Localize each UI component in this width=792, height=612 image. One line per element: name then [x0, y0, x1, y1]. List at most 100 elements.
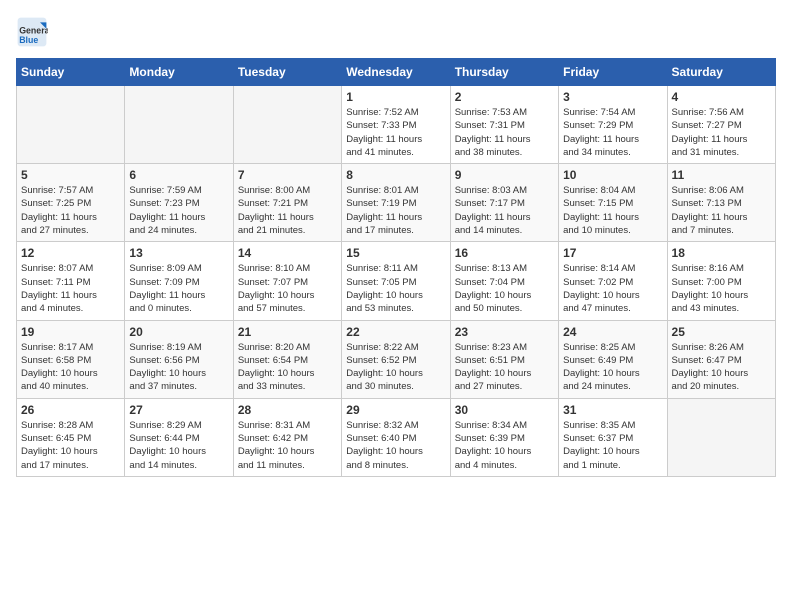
calendar-day-26: 26 Sunrise: 8:28 AM Sunset: 6:45 PM Dayli…: [17, 398, 125, 476]
logo-icon: General Blue: [16, 16, 48, 48]
calendar-day-2: 2 Sunrise: 7:53 AM Sunset: 7:31 PM Daylig…: [450, 86, 558, 164]
day-info: Sunrise: 8:16 AM Sunset: 7:00 PM Dayligh…: [672, 262, 771, 315]
day-number: 13: [129, 246, 228, 260]
day-info: Sunrise: 8:34 AM Sunset: 6:39 PM Dayligh…: [455, 419, 554, 472]
calendar-day-23: 23 Sunrise: 8:23 AM Sunset: 6:51 PM Dayli…: [450, 320, 558, 398]
day-info: Sunrise: 8:14 AM Sunset: 7:02 PM Dayligh…: [563, 262, 662, 315]
day-number: 23: [455, 325, 554, 339]
day-info: Sunrise: 7:56 AM Sunset: 7:27 PM Dayligh…: [672, 106, 771, 159]
day-number: 6: [129, 168, 228, 182]
day-number: 19: [21, 325, 120, 339]
day-info: Sunrise: 8:00 AM Sunset: 7:21 PM Dayligh…: [238, 184, 337, 237]
day-info: Sunrise: 8:17 AM Sunset: 6:58 PM Dayligh…: [21, 341, 120, 394]
calendar-day-5: 5 Sunrise: 7:57 AM Sunset: 7:25 PM Daylig…: [17, 164, 125, 242]
day-info: Sunrise: 8:32 AM Sunset: 6:40 PM Dayligh…: [346, 419, 445, 472]
calendar-day-31: 31Sunrise: 8:35 AM Sunset: 6:37 PM Dayli…: [559, 398, 667, 476]
day-number: 8: [346, 168, 445, 182]
day-number: 30: [455, 403, 554, 417]
day-number: 22: [346, 325, 445, 339]
calendar-day-13: 13 Sunrise: 8:09 AM Sunset: 7:09 PM Dayli…: [125, 242, 233, 320]
calendar-week-3: 19 Sunrise: 8:17 AM Sunset: 6:58 PM Dayli…: [17, 320, 776, 398]
day-number: 12: [21, 246, 120, 260]
day-info: Sunrise: 8:06 AM Sunset: 7:13 PM Dayligh…: [672, 184, 771, 237]
day-info: Sunrise: 8:11 AM Sunset: 7:05 PM Dayligh…: [346, 262, 445, 315]
header-friday: Friday: [559, 59, 667, 86]
calendar-empty: [17, 86, 125, 164]
calendar-day-10: 10 Sunrise: 8:04 AM Sunset: 7:15 PM Dayli…: [559, 164, 667, 242]
day-info: Sunrise: 7:53 AM Sunset: 7:31 PM Dayligh…: [455, 106, 554, 159]
day-number: 2: [455, 90, 554, 104]
day-info: Sunrise: 8:23 AM Sunset: 6:51 PM Dayligh…: [455, 341, 554, 394]
calendar-day-8: 8 Sunrise: 8:01 AM Sunset: 7:19 PM Daylig…: [342, 164, 450, 242]
day-number: 27: [129, 403, 228, 417]
day-info: Sunrise: 8:28 AM Sunset: 6:45 PM Dayligh…: [21, 419, 120, 472]
calendar-empty: [667, 398, 775, 476]
calendar-day-19: 19 Sunrise: 8:17 AM Sunset: 6:58 PM Dayli…: [17, 320, 125, 398]
calendar-week-2: 12 Sunrise: 8:07 AM Sunset: 7:11 PM Dayli…: [17, 242, 776, 320]
day-info: Sunrise: 8:03 AM Sunset: 7:17 PM Dayligh…: [455, 184, 554, 237]
day-info: Sunrise: 7:57 AM Sunset: 7:25 PM Dayligh…: [21, 184, 120, 237]
calendar-day-15: 15 Sunrise: 8:11 AM Sunset: 7:05 PM Dayli…: [342, 242, 450, 320]
header-sunday: Sunday: [17, 59, 125, 86]
day-info: Sunrise: 8:22 AM Sunset: 6:52 PM Dayligh…: [346, 341, 445, 394]
calendar-day-12: 12 Sunrise: 8:07 AM Sunset: 7:11 PM Dayli…: [17, 242, 125, 320]
day-info: Sunrise: 8:26 AM Sunset: 6:47 PM Dayligh…: [672, 341, 771, 394]
day-number: 1: [346, 90, 445, 104]
day-number: 28: [238, 403, 337, 417]
calendar-day-24: 24 Sunrise: 8:25 AM Sunset: 6:49 PM Dayli…: [559, 320, 667, 398]
day-number: 21: [238, 325, 337, 339]
calendar-day-7: 7 Sunrise: 8:00 AM Sunset: 7:21 PM Daylig…: [233, 164, 341, 242]
day-number: 5: [21, 168, 120, 182]
day-info: Sunrise: 8:29 AM Sunset: 6:44 PM Dayligh…: [129, 419, 228, 472]
day-number: 31: [563, 403, 662, 417]
calendar-empty: [233, 86, 341, 164]
day-info: Sunrise: 8:07 AM Sunset: 7:11 PM Dayligh…: [21, 262, 120, 315]
calendar-day-1: 1 Sunrise: 7:52 AM Sunset: 7:33 PM Daylig…: [342, 86, 450, 164]
calendar-day-20: 20 Sunrise: 8:19 AM Sunset: 6:56 PM Dayli…: [125, 320, 233, 398]
day-number: 25: [672, 325, 771, 339]
day-number: 14: [238, 246, 337, 260]
day-number: 20: [129, 325, 228, 339]
day-info: Sunrise: 7:59 AM Sunset: 7:23 PM Dayligh…: [129, 184, 228, 237]
calendar-day-17: 17 Sunrise: 8:14 AM Sunset: 7:02 PM Dayli…: [559, 242, 667, 320]
calendar-day-25: 25 Sunrise: 8:26 AM Sunset: 6:47 PM Dayli…: [667, 320, 775, 398]
day-info: Sunrise: 8:09 AM Sunset: 7:09 PM Dayligh…: [129, 262, 228, 315]
page-header: General Blue: [16, 16, 776, 48]
day-info: Sunrise: 8:19 AM Sunset: 6:56 PM Dayligh…: [129, 341, 228, 394]
day-info: Sunrise: 8:04 AM Sunset: 7:15 PM Dayligh…: [563, 184, 662, 237]
header-tuesday: Tuesday: [233, 59, 341, 86]
day-number: 15: [346, 246, 445, 260]
calendar: SundayMondayTuesdayWednesdayThursdayFrid…: [16, 58, 776, 477]
day-info: Sunrise: 8:10 AM Sunset: 7:07 PM Dayligh…: [238, 262, 337, 315]
day-number: 7: [238, 168, 337, 182]
day-number: 29: [346, 403, 445, 417]
logo: General Blue: [16, 16, 52, 48]
day-number: 9: [455, 168, 554, 182]
calendar-day-3: 3Sunrise: 7:54 AM Sunset: 7:29 PM Daylig…: [559, 86, 667, 164]
svg-text:General: General: [19, 26, 48, 36]
calendar-day-22: 22 Sunrise: 8:22 AM Sunset: 6:52 PM Dayli…: [342, 320, 450, 398]
calendar-day-29: 29 Sunrise: 8:32 AM Sunset: 6:40 PM Dayli…: [342, 398, 450, 476]
day-info: Sunrise: 7:52 AM Sunset: 7:33 PM Dayligh…: [346, 106, 445, 159]
day-number: 26: [21, 403, 120, 417]
day-number: 4: [672, 90, 771, 104]
header-thursday: Thursday: [450, 59, 558, 86]
calendar-day-30: 30 Sunrise: 8:34 AM Sunset: 6:39 PM Dayli…: [450, 398, 558, 476]
day-number: 24: [563, 325, 662, 339]
day-info: Sunrise: 8:13 AM Sunset: 7:04 PM Dayligh…: [455, 262, 554, 315]
calendar-day-18: 18 Sunrise: 8:16 AM Sunset: 7:00 PM Dayli…: [667, 242, 775, 320]
calendar-day-14: 14 Sunrise: 8:10 AM Sunset: 7:07 PM Dayli…: [233, 242, 341, 320]
day-info: Sunrise: 8:31 AM Sunset: 6:42 PM Dayligh…: [238, 419, 337, 472]
calendar-day-21: 21 Sunrise: 8:20 AM Sunset: 6:54 PM Dayli…: [233, 320, 341, 398]
header-saturday: Saturday: [667, 59, 775, 86]
calendar-day-11: 11Sunrise: 8:06 AM Sunset: 7:13 PM Dayli…: [667, 164, 775, 242]
day-info: Sunrise: 8:01 AM Sunset: 7:19 PM Dayligh…: [346, 184, 445, 237]
calendar-day-9: 9 Sunrise: 8:03 AM Sunset: 7:17 PM Daylig…: [450, 164, 558, 242]
day-info: Sunrise: 8:25 AM Sunset: 6:49 PM Dayligh…: [563, 341, 662, 394]
day-number: 18: [672, 246, 771, 260]
day-number: 10: [563, 168, 662, 182]
day-number: 17: [563, 246, 662, 260]
calendar-week-0: 1 Sunrise: 7:52 AM Sunset: 7:33 PM Daylig…: [17, 86, 776, 164]
day-info: Sunrise: 8:20 AM Sunset: 6:54 PM Dayligh…: [238, 341, 337, 394]
calendar-header-row: SundayMondayTuesdayWednesdayThursdayFrid…: [17, 59, 776, 86]
